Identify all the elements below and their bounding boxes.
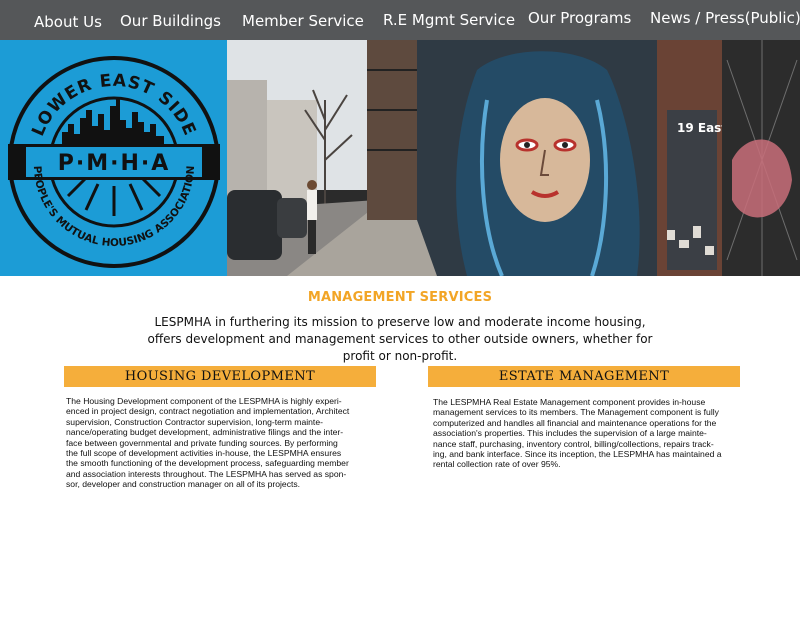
text-line: rental collection rate of over 95%. bbox=[433, 459, 561, 470]
text-line: computerized and handles all financial a… bbox=[433, 417, 717, 428]
logo-panel: P·M·H·A LOWER EAST SIDE PEOPLE'S MUTUAL … bbox=[0, 40, 227, 276]
nav-member-service[interactable]: Member Service bbox=[242, 12, 364, 30]
text-line: enced in project design, contract negoti… bbox=[66, 406, 350, 417]
text-line: The LESPMHA Real Estate Management compo… bbox=[433, 397, 706, 407]
text-line: nance staff, purchasing, inventory contr… bbox=[433, 438, 714, 449]
housing-development-text: The Housing Development component of the… bbox=[66, 396, 386, 490]
intro-paragraph: LESPMHA in furthering its mission to pre… bbox=[147, 315, 653, 363]
hero-photo: 19 East bbox=[227, 40, 800, 276]
section-title: MANAGEMENT SERVICES bbox=[307, 290, 493, 305]
text-line: The Housing Development component of the… bbox=[66, 396, 342, 406]
nav-our-buildings[interactable]: Our Buildings bbox=[120, 12, 221, 30]
nav-news-press[interactable]: News / Press(Public) bbox=[650, 9, 800, 27]
text-line: the smooth functioning of the developmen… bbox=[66, 458, 349, 469]
text-line: management services to its members. The … bbox=[433, 407, 719, 418]
estate-management-heading: ESTATE MANAGEMENT bbox=[428, 366, 740, 387]
lespmha-logo[interactable]: P·M·H·A LOWER EAST SIDE PEOPLE'S MUTUAL … bbox=[0, 40, 227, 276]
photo-sign-text: 19 East bbox=[677, 121, 727, 135]
street-mural-image: 19 East bbox=[227, 40, 800, 276]
text-line: face between governmental and private fu… bbox=[66, 437, 338, 448]
text-line: and association interests throughout. Th… bbox=[66, 468, 347, 479]
nav-about-us[interactable]: About Us bbox=[34, 13, 102, 31]
text-line: the full scope of development activities… bbox=[66, 448, 342, 459]
text-line: association's properties. This includes … bbox=[433, 428, 707, 439]
estate-management-text: The LESPMHA Real Estate Management compo… bbox=[433, 397, 773, 470]
text-line: nance/operating budget development, admi… bbox=[66, 427, 344, 438]
nav-our-programs[interactable]: Our Programs bbox=[528, 9, 631, 27]
text-line: ing, and bank interface. Since its incep… bbox=[433, 449, 722, 460]
housing-development-heading: HOUSING DEVELOPMENT bbox=[64, 366, 376, 387]
text-line: supervision, Construction Contractor sup… bbox=[66, 416, 323, 427]
logo-banner-text: P·M·H·A bbox=[58, 151, 171, 176]
top-nav: About Us Our Buildings Member Service R.… bbox=[0, 0, 800, 40]
nav-re-mgmt-service[interactable]: R.E Mgmt Service bbox=[383, 11, 515, 29]
text-line: sor, developer and construction manager … bbox=[66, 479, 301, 490]
